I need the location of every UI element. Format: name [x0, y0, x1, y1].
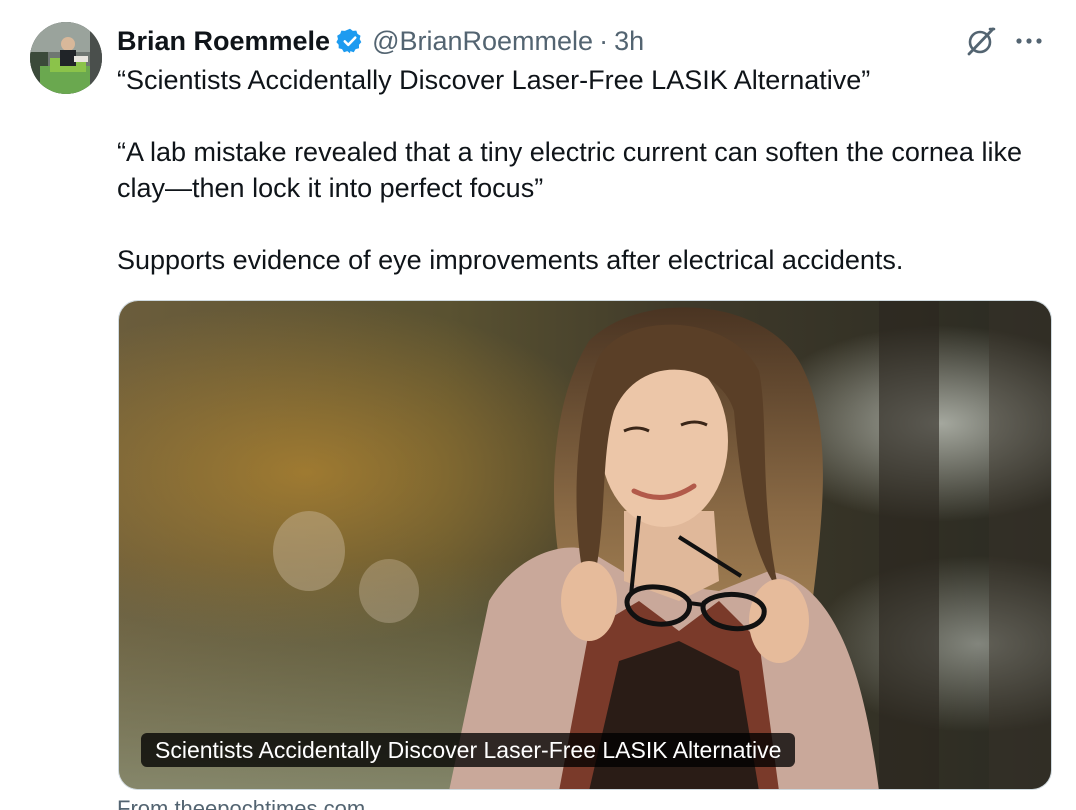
tweet-paragraph: “A lab mistake revealed that a tiny elec…	[117, 137, 1030, 203]
tweet[interactable]: Brian Roemmele @BrianRoemmele · 3h “Scie…	[0, 0, 1076, 810]
separator-dot: ·	[599, 25, 609, 56]
grok-icon[interactable]	[964, 24, 998, 58]
tweet-header: Brian Roemmele @BrianRoemmele · 3h	[117, 24, 1056, 58]
verified-badge-icon[interactable]	[336, 27, 364, 55]
author-name[interactable]: Brian Roemmele	[117, 26, 330, 57]
tweet-paragraph: “Scientists Accidentally Discover Laser-…	[117, 65, 871, 95]
link-card[interactable]: Scientists Accidentally Discover Laser-F…	[118, 300, 1052, 790]
timestamp[interactable]: 3h	[614, 26, 644, 57]
card-image[interactable]	[119, 301, 1052, 790]
tweet-text: “Scientists Accidentally Discover Laser-…	[117, 62, 1037, 278]
card-caption[interactable]: Scientists Accidentally Discover Laser-F…	[141, 733, 796, 767]
card-source[interactable]: From theepochtimes.com	[117, 796, 365, 810]
tweet-paragraph: Supports evidence of eye improvements af…	[117, 245, 904, 275]
avatar[interactable]	[30, 22, 102, 94]
header-actions	[964, 24, 1046, 58]
more-horizontal-icon[interactable]	[1012, 24, 1046, 58]
author-handle[interactable]: @BrianRoemmele	[372, 26, 593, 57]
